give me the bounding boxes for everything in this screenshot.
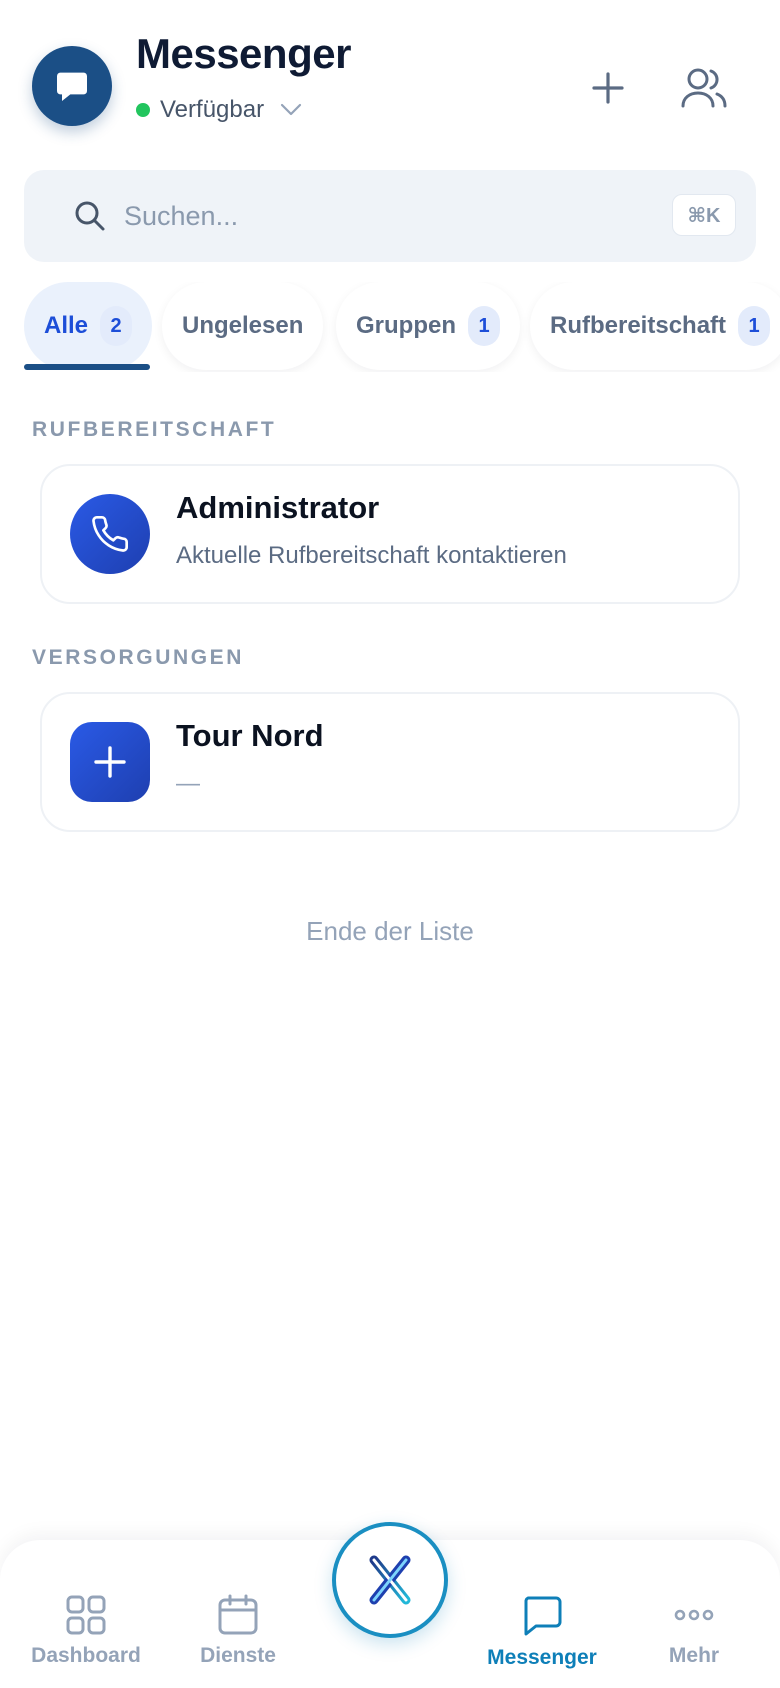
tab-label: Ungelesen xyxy=(182,312,304,339)
list-item-title: Administrator xyxy=(176,490,380,525)
chat-icon xyxy=(524,1596,562,1636)
chevron-down-icon xyxy=(280,103,302,117)
plus-icon xyxy=(70,722,150,802)
app-header: Messenger Verfügbar xyxy=(0,0,780,160)
nav-item-dienste[interactable]: Dienste xyxy=(168,1594,308,1684)
grid-icon xyxy=(66,1595,106,1635)
list-item-subtitle: Aktuelle Rufbereitschaft kontaktieren xyxy=(176,542,567,569)
end-of-list-label: Ende der Liste xyxy=(306,916,474,946)
app-logo-icon xyxy=(369,1555,411,1605)
contacts-button[interactable] xyxy=(674,58,734,118)
calendar-icon xyxy=(218,1594,258,1635)
search-icon xyxy=(75,201,105,231)
nav-label: Mehr xyxy=(668,1644,720,1667)
tab-ungelesen[interactable]: Ungelesen xyxy=(162,282,324,370)
plus-icon xyxy=(592,72,624,104)
more-dots-icon xyxy=(674,1609,714,1621)
nav-item-messenger[interactable]: Messenger xyxy=(472,1594,612,1684)
list-item[interactable]: Tour Nord — xyxy=(40,692,740,832)
users-icon xyxy=(681,68,727,108)
nav-item-mehr[interactable]: Mehr xyxy=(624,1594,764,1684)
tab-alle[interactable]: Alle 2 xyxy=(24,282,153,370)
page-title: Messenger xyxy=(136,30,351,77)
nav-label: Messenger xyxy=(487,1646,597,1669)
status-label: Verfügbar xyxy=(160,96,265,123)
tab-count-badge: 2 xyxy=(100,306,133,346)
tab-label: Gruppen xyxy=(356,312,456,339)
app-avatar[interactable] xyxy=(32,46,112,126)
filter-tabs: Alle 2 Ungelesen Gruppen 1 Rufbereitscha… xyxy=(0,282,780,372)
active-tab-indicator xyxy=(24,364,150,370)
status-indicator xyxy=(136,103,150,117)
list-item-title: Tour Nord xyxy=(176,718,324,753)
tab-gruppen[interactable]: Gruppen 1 xyxy=(336,282,520,370)
chat-bubble-icon xyxy=(57,72,87,101)
phone-icon xyxy=(70,494,150,574)
section-title-versorgungen: VERSORGUNGEN xyxy=(32,646,245,669)
tab-rufbereitschaft[interactable]: Rufbereitschaft 1 xyxy=(530,282,780,370)
nav-item-dashboard[interactable]: Dashboard xyxy=(16,1594,156,1684)
keyboard-shortcut-badge: ⌘K xyxy=(672,194,736,236)
search-bar: ⌘K xyxy=(24,170,756,262)
status-selector[interactable]: Verfügbar xyxy=(136,96,302,124)
nav-label: Dashboard xyxy=(31,1644,141,1667)
search-input[interactable] xyxy=(124,192,664,240)
tab-count-badge: 1 xyxy=(468,306,500,346)
section-title-rufbereitschaft: RUFBEREITSCHAFT xyxy=(32,418,277,441)
new-chat-button[interactable] xyxy=(578,58,638,118)
tab-label: Alle xyxy=(44,312,89,339)
list-item[interactable]: Administrator Aktuelle Rufbereitschaft k… xyxy=(40,464,740,604)
list-item-subtitle: — xyxy=(176,770,200,797)
tab-label: Rufbereitschaft xyxy=(550,312,727,339)
nav-label: Dienste xyxy=(200,1644,276,1667)
tab-count-badge: 1 xyxy=(738,306,771,346)
center-action-button[interactable] xyxy=(332,1522,448,1638)
